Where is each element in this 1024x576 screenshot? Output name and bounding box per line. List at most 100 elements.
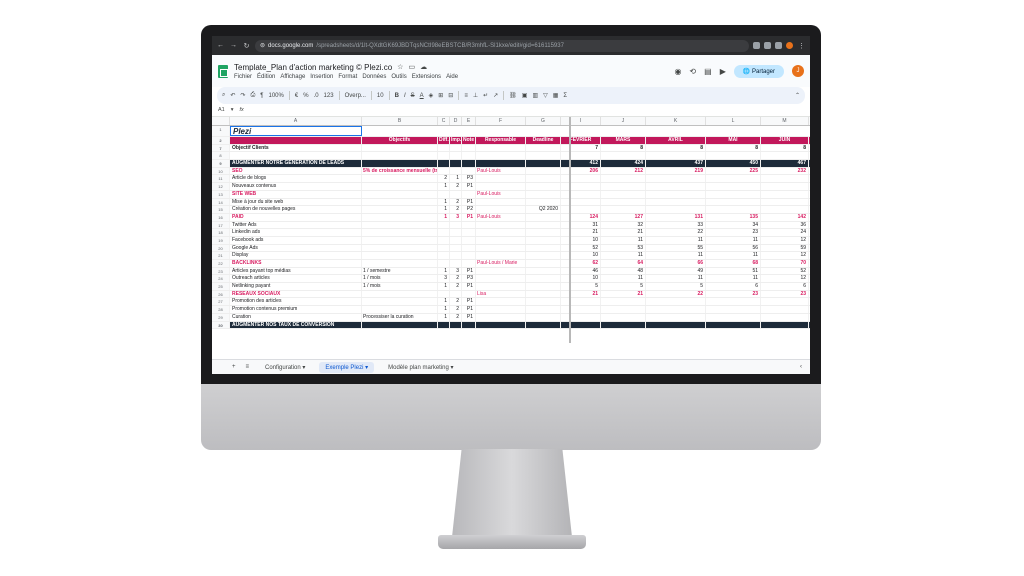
table-cell[interactable]: 6 <box>706 283 761 290</box>
menu-item[interactable]: Outils <box>391 74 406 80</box>
table-cell[interactable]: Display <box>230 252 362 259</box>
table-cell[interactable] <box>362 306 438 313</box>
row-number[interactable]: 12 <box>212 183 230 190</box>
table-cell[interactable] <box>646 313 706 321</box>
row-number[interactable]: 23 <box>212 267 230 275</box>
table-cell[interactable]: 70 <box>761 260 809 267</box>
table-cell[interactable]: 3 <box>450 267 462 275</box>
currency-icon[interactable]: € <box>295 93 298 99</box>
percent-icon[interactable]: % <box>303 93 308 99</box>
font-select[interactable]: Overp... <box>345 93 366 99</box>
table-cell[interactable]: 1 <box>438 283 450 290</box>
header-cell[interactable]: AVRIL <box>646 137 706 144</box>
sidepanel-icon[interactable] <box>775 42 782 49</box>
table-cell[interactable]: SITE WEB <box>230 190 362 198</box>
table-cell[interactable] <box>438 252 450 259</box>
text-color-icon[interactable]: A <box>420 93 424 99</box>
row-number[interactable]: 30 <box>212 321 230 329</box>
table-cell[interactable] <box>462 167 476 175</box>
table-cell[interactable] <box>526 152 561 160</box>
table-cell[interactable] <box>462 290 476 298</box>
table-cell[interactable] <box>646 306 706 313</box>
row-number[interactable]: 15 <box>212 206 230 213</box>
table-cell[interactable]: 22 <box>646 290 706 298</box>
table-cell[interactable]: 3 <box>438 275 450 283</box>
table-cell[interactable] <box>706 298 761 306</box>
table-cell[interactable] <box>526 260 561 267</box>
table-cell[interactable]: BACKLINKS <box>230 260 362 267</box>
table-cell[interactable]: P3 <box>462 175 476 183</box>
table-cell[interactable] <box>561 321 601 329</box>
site-info-icon[interactable]: ⊜ <box>260 42 265 49</box>
table-cell[interactable]: 46 <box>561 267 601 275</box>
chevron-down-icon[interactable]: ▾ <box>301 365 305 371</box>
table-cell[interactable]: 62 <box>561 260 601 267</box>
table-cell[interactable] <box>476 144 526 152</box>
table-cell[interactable] <box>462 236 476 244</box>
table-cell[interactable]: 450 <box>706 160 761 167</box>
menu-item[interactable]: Insertion <box>310 74 333 80</box>
table-cell[interactable]: 33 <box>646 221 706 229</box>
table-cell[interactable] <box>646 152 706 160</box>
table-cell[interactable]: 11 <box>646 252 706 259</box>
table-cell[interactable]: P1 <box>462 198 476 206</box>
table-cell[interactable] <box>362 144 438 152</box>
table-cell[interactable] <box>706 306 761 313</box>
table-cell[interactable]: 1 <box>438 267 450 275</box>
table-cell[interactable]: 21 <box>561 229 601 236</box>
table-cell[interactable] <box>476 244 526 252</box>
table-cell[interactable]: 34 <box>706 221 761 229</box>
table-cell[interactable] <box>561 190 601 198</box>
table-cell[interactable] <box>601 313 646 321</box>
table-cell[interactable]: 8 <box>601 144 646 152</box>
table-cell[interactable]: 10 <box>561 275 601 283</box>
table-cell[interactable] <box>476 152 526 160</box>
table-cell[interactable]: 12 <box>761 252 809 259</box>
table-cell[interactable]: Objectif Clients <box>230 144 362 152</box>
table-cell[interactable]: 1 <box>438 206 450 213</box>
table-cell[interactable] <box>450 321 462 329</box>
table-cell[interactable] <box>462 260 476 267</box>
functions-icon[interactable]: Σ <box>563 93 567 99</box>
row-number[interactable]: 28 <box>212 306 230 313</box>
table-cell[interactable] <box>362 290 438 298</box>
share-button[interactable]: 🌐 Partager <box>733 64 784 78</box>
filter-views-icon[interactable]: ▦ <box>553 92 559 99</box>
decimal-icon[interactable]: .0 <box>314 93 319 99</box>
table-cell[interactable]: 225 <box>706 167 761 175</box>
table-cell[interactable] <box>450 290 462 298</box>
table-cell[interactable]: Promotion contenus premium <box>230 306 362 313</box>
column-header[interactable]: D <box>450 117 462 125</box>
table-cell[interactable] <box>706 152 761 160</box>
comment-icon[interactable]: ▣ <box>522 92 528 99</box>
sheet-tab[interactable]: Exemple Plezi ▾ <box>319 361 375 373</box>
table-cell[interactable] <box>438 167 450 175</box>
header-cell[interactable]: Responsable <box>476 137 526 144</box>
table-cell[interactable] <box>561 152 601 160</box>
table-cell[interactable] <box>561 206 601 213</box>
table-cell[interactable] <box>362 236 438 244</box>
table-cell[interactable] <box>476 267 526 275</box>
row-number[interactable]: 14 <box>212 198 230 206</box>
table-cell[interactable]: 55 <box>646 244 706 252</box>
table-cell[interactable] <box>438 144 450 152</box>
table-cell[interactable]: 2 <box>450 275 462 283</box>
table-cell[interactable] <box>601 321 646 329</box>
sheets-logo-icon[interactable] <box>218 64 228 78</box>
table-cell[interactable]: 48 <box>601 267 646 275</box>
table-cell[interactable]: PAID <box>230 213 362 221</box>
plezi-logo[interactable]: Plezi <box>230 126 362 136</box>
strikethrough-icon[interactable]: S <box>411 93 415 99</box>
column-header[interactable]: E <box>462 117 476 125</box>
extension-icon[interactable] <box>764 42 771 49</box>
table-cell[interactable]: Paul-Louis <box>476 190 526 198</box>
history-icon[interactable]: ⟲ <box>689 67 696 76</box>
search-icon[interactable]: ⌕ <box>222 92 225 99</box>
table-cell[interactable]: P2 <box>462 206 476 213</box>
table-cell[interactable] <box>462 221 476 229</box>
table-cell[interactable] <box>362 260 438 267</box>
table-cell[interactable] <box>526 221 561 229</box>
table-cell[interactable]: 56 <box>706 244 761 252</box>
forward-icon[interactable]: → <box>229 42 238 49</box>
table-cell[interactable]: 11 <box>601 275 646 283</box>
